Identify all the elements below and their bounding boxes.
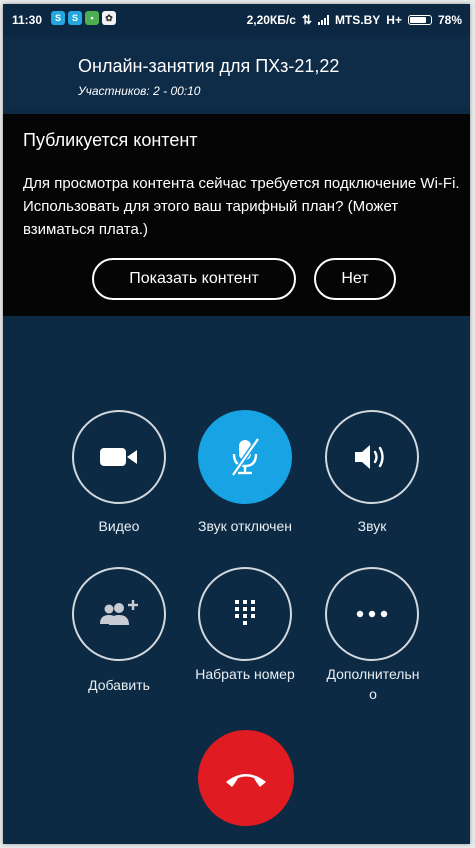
data-transfer-icon: ⇅: [301, 13, 312, 27]
dialpad-button[interactable]: [198, 567, 292, 661]
skype-icon: S: [68, 11, 82, 25]
notice-message: Для просмотра контента сейчас требуется …: [23, 175, 460, 238]
speaker-icon: [355, 445, 384, 469]
content-sharing-notice: Публикуется контент Для просмотра контен…: [3, 114, 470, 316]
add-label: Добавить: [88, 677, 150, 693]
speaker-label: Звук: [357, 518, 387, 534]
call-header: Онлайн-занятия для ПХз-21,22 Участников:…: [3, 36, 470, 108]
notice-title: Публикуется контент: [23, 130, 198, 150]
more-label: Дополнительно: [326, 666, 420, 702]
app-notification-icon: ✿: [102, 11, 116, 25]
network-type: H+: [386, 13, 402, 27]
notification-icons: S S ▪ ✿: [51, 11, 116, 25]
end-call-button[interactable]: [198, 730, 294, 826]
more-options-button[interactable]: [325, 567, 419, 661]
dialpad-icon: [235, 600, 255, 625]
status-right: 2,20КБ/с ⇅ MTS.BY H+ 78%: [247, 13, 462, 27]
speaker-button[interactable]: [325, 410, 419, 504]
messenger-icon: ▪: [85, 11, 99, 25]
status-time: 11:30: [12, 13, 43, 27]
video-button[interactable]: [72, 410, 166, 504]
call-participants-duration: Участников: 2 - 00:10: [78, 84, 201, 98]
hang-up-phone-icon: [226, 774, 266, 787]
mute-button[interactable]: [198, 410, 292, 504]
add-people-icon: [100, 600, 138, 625]
microphone-muted-icon: [230, 437, 261, 477]
network-speed: 2,20КБ/с: [246, 13, 296, 27]
mute-label: Звук отключен: [198, 518, 292, 534]
show-content-button[interactable]: Показать контент: [92, 258, 296, 300]
status-bar: 11:30 S S ▪ ✿ 2,20КБ/с ⇅ MTS.BY H+ 78%: [3, 4, 470, 36]
add-participants-button[interactable]: [72, 567, 166, 661]
dialpad-label: Набрать номер: [195, 666, 295, 682]
video-camera-icon: [100, 448, 137, 466]
decline-button[interactable]: Нет: [314, 258, 396, 300]
more-dots-icon: [356, 610, 388, 618]
call-title: Онлайн-занятия для ПХз-21,22: [78, 56, 340, 76]
skype-call-screen: 11:30 S S ▪ ✿ 2,20КБ/с ⇅ MTS.BY H+ 78% О…: [3, 4, 470, 844]
signal-icon: [317, 15, 329, 25]
battery-percent: 78%: [437, 13, 462, 27]
carrier-name: MTS.BY: [334, 13, 381, 27]
video-label: Видео: [98, 518, 140, 534]
battery-icon: [407, 15, 432, 25]
skype-icon: S: [51, 11, 65, 25]
